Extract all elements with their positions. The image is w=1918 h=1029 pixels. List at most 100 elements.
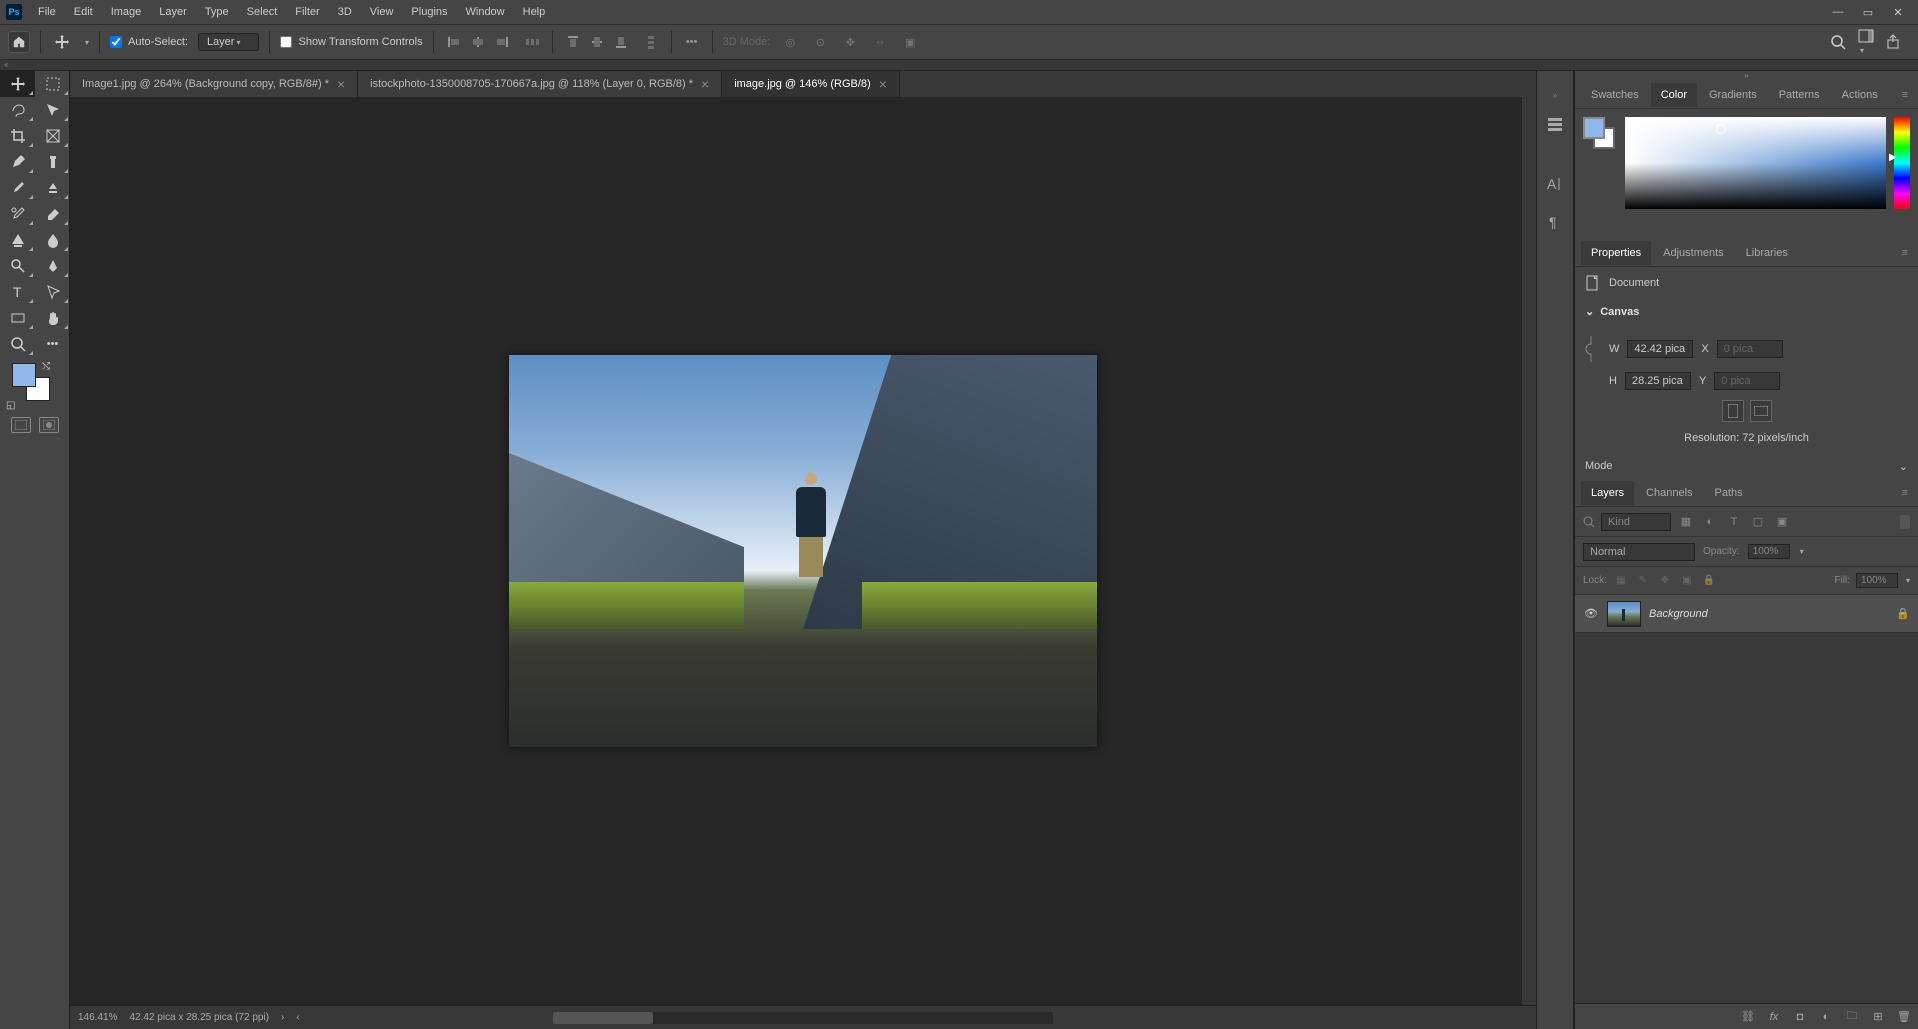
filter-smart-icon[interactable]: ▣ bbox=[1773, 513, 1791, 531]
menu-window[interactable]: Window bbox=[458, 3, 513, 21]
menu-file[interactable]: File bbox=[30, 3, 64, 21]
new-layer-icon[interactable]: ⊞ bbox=[1870, 1009, 1886, 1025]
lock-all-icon[interactable]: 🔒 bbox=[1701, 573, 1717, 589]
tab-actions[interactable]: Actions bbox=[1832, 83, 1888, 107]
y-input[interactable] bbox=[1714, 372, 1780, 390]
filter-kind-select[interactable] bbox=[1601, 513, 1671, 531]
layer-style-icon[interactable]: fx bbox=[1766, 1009, 1782, 1025]
lock-pixels-icon[interactable]: ✎ bbox=[1635, 573, 1651, 589]
tab-gradients[interactable]: Gradients bbox=[1699, 83, 1767, 107]
menu-plugins[interactable]: Plugins bbox=[403, 3, 455, 21]
tab-swatches[interactable]: Swatches bbox=[1581, 83, 1649, 107]
lock-artboard-icon[interactable]: ▣ bbox=[1679, 573, 1695, 589]
tab-adjustments[interactable]: Adjustments bbox=[1653, 241, 1734, 265]
minimize-icon[interactable]: — bbox=[1830, 6, 1846, 19]
filter-shape-icon[interactable]: ▢ bbox=[1749, 513, 1767, 531]
align-top-icon[interactable] bbox=[563, 32, 583, 52]
hand-tool[interactable] bbox=[35, 305, 70, 331]
share-icon[interactable] bbox=[1886, 34, 1902, 50]
path-selection-tool[interactable] bbox=[35, 279, 70, 305]
home-button[interactable] bbox=[8, 31, 30, 53]
type-tool[interactable]: T bbox=[0, 279, 35, 305]
layer-item-background[interactable]: 👁 Background 🔒 bbox=[1575, 595, 1918, 633]
align-center-h-icon[interactable] bbox=[468, 32, 488, 52]
vertical-scrollbar[interactable] bbox=[1522, 97, 1536, 1005]
show-transform-checkbox[interactable]: Show Transform Controls bbox=[280, 36, 422, 48]
distribute-v-icon[interactable] bbox=[641, 32, 661, 52]
adjustment-layer-icon[interactable]: ◐ bbox=[1818, 1009, 1834, 1025]
dodge-tool[interactable] bbox=[0, 253, 35, 279]
menu-type[interactable]: Type bbox=[197, 3, 237, 21]
align-right-icon[interactable] bbox=[492, 32, 512, 52]
blur-tool[interactable] bbox=[35, 227, 70, 253]
color-spectrum[interactable] bbox=[1625, 117, 1886, 209]
rectangle-tool[interactable] bbox=[0, 305, 35, 331]
filter-pixel-icon[interactable]: ▦ bbox=[1677, 513, 1695, 531]
x-input[interactable] bbox=[1717, 340, 1783, 358]
width-input[interactable] bbox=[1627, 340, 1693, 358]
close-icon[interactable]: ✕ bbox=[1890, 6, 1906, 19]
lock-position-icon[interactable]: ✥ bbox=[1657, 573, 1673, 589]
eyedropper-tool[interactable] bbox=[0, 149, 35, 175]
panel-collapse-caret-icon[interactable]: » bbox=[1575, 71, 1918, 81]
tab-color[interactable]: Color bbox=[1651, 83, 1697, 107]
foreground-swatch[interactable] bbox=[12, 363, 36, 387]
tab-close-icon[interactable]: × bbox=[879, 76, 887, 92]
document-tab-1[interactable]: istockphoto-1350008705-170667a.jpg @ 118… bbox=[358, 71, 722, 97]
menu-select[interactable]: Select bbox=[239, 3, 286, 21]
workspace-switcher-icon[interactable]: ▾ bbox=[1858, 28, 1874, 56]
portrait-orientation-button[interactable] bbox=[1722, 400, 1744, 422]
blend-mode-select[interactable] bbox=[1583, 543, 1695, 561]
fill-input[interactable] bbox=[1856, 573, 1898, 588]
menu-layer[interactable]: Layer bbox=[151, 3, 195, 21]
tab-libraries[interactable]: Libraries bbox=[1736, 241, 1798, 265]
quick-selection-tool[interactable] bbox=[35, 97, 70, 123]
eraser-tool[interactable] bbox=[35, 201, 70, 227]
horizontal-scrollbar[interactable] bbox=[553, 1012, 1053, 1024]
filter-type-icon[interactable]: T bbox=[1725, 513, 1743, 531]
layer-mask-icon[interactable]: ◘ bbox=[1792, 1009, 1808, 1025]
lock-transparency-icon[interactable]: ▦ bbox=[1613, 573, 1629, 589]
auto-select-checkbox[interactable]: Auto-Select: bbox=[110, 36, 188, 48]
character-panel-icon[interactable]: A bbox=[1542, 169, 1568, 199]
panel-menu-icon[interactable]: ≡ bbox=[1898, 89, 1912, 101]
opacity-input[interactable] bbox=[1748, 544, 1790, 559]
canvas-viewport[interactable] bbox=[70, 97, 1536, 1005]
healing-brush-tool[interactable] bbox=[35, 149, 70, 175]
marquee-tool[interactable] bbox=[35, 71, 70, 97]
search-icon[interactable] bbox=[1830, 34, 1846, 50]
panel-menu-icon[interactable]: ≡ bbox=[1898, 487, 1912, 499]
panel-fgbg-swatches[interactable] bbox=[1583, 117, 1617, 231]
document-tab-0[interactable]: Image1.jpg @ 264% (Background copy, RGB/… bbox=[70, 71, 358, 97]
panel-menu-icon[interactable]: ≡ bbox=[1898, 247, 1912, 259]
align-center-v-icon[interactable] bbox=[587, 32, 607, 52]
swap-colors-icon[interactable]: ⤭ bbox=[42, 361, 50, 372]
layer-thumbnail[interactable] bbox=[1607, 601, 1641, 627]
tab-close-icon[interactable]: × bbox=[701, 76, 709, 92]
zoom-level[interactable]: 146.41% bbox=[78, 1012, 117, 1023]
menu-filter[interactable]: Filter bbox=[287, 3, 327, 21]
history-panel-icon[interactable] bbox=[1542, 109, 1568, 139]
standard-mode-icon[interactable] bbox=[11, 417, 31, 433]
canvas-section-header[interactable]: ⌄ Canvas bbox=[1575, 299, 1918, 324]
dock-expand-caret-icon[interactable]: » bbox=[1537, 91, 1573, 101]
layer-group-icon[interactable]: 🗀 bbox=[1844, 1009, 1860, 1025]
more-options-icon[interactable]: ••• bbox=[682, 32, 702, 52]
filter-adjustment-icon[interactable]: ◐ bbox=[1701, 513, 1719, 531]
default-colors-icon[interactable]: ◱ bbox=[6, 400, 15, 411]
tab-patterns[interactable]: Patterns bbox=[1769, 83, 1830, 107]
menu-3d[interactable]: 3D bbox=[330, 3, 360, 21]
link-layers-icon[interactable]: ⛓ bbox=[1740, 1009, 1756, 1025]
filter-toggle-switch[interactable] bbox=[1900, 515, 1910, 529]
pen-tool[interactable] bbox=[35, 253, 70, 279]
menu-help[interactable]: Help bbox=[515, 3, 554, 21]
tab-paths[interactable]: Paths bbox=[1705, 481, 1753, 505]
status-caret-icon[interactable]: › bbox=[281, 1012, 284, 1023]
mode-section-header[interactable]: Mode⌄ bbox=[1575, 454, 1918, 479]
maximize-icon[interactable]: ▭ bbox=[1860, 6, 1876, 19]
edit-toolbar-icon[interactable]: ••• bbox=[35, 331, 70, 357]
tab-close-icon[interactable]: × bbox=[337, 76, 345, 92]
clone-stamp-tool[interactable] bbox=[35, 175, 70, 201]
crop-tool[interactable] bbox=[0, 123, 35, 149]
distribute-h-icon[interactable] bbox=[522, 32, 542, 52]
